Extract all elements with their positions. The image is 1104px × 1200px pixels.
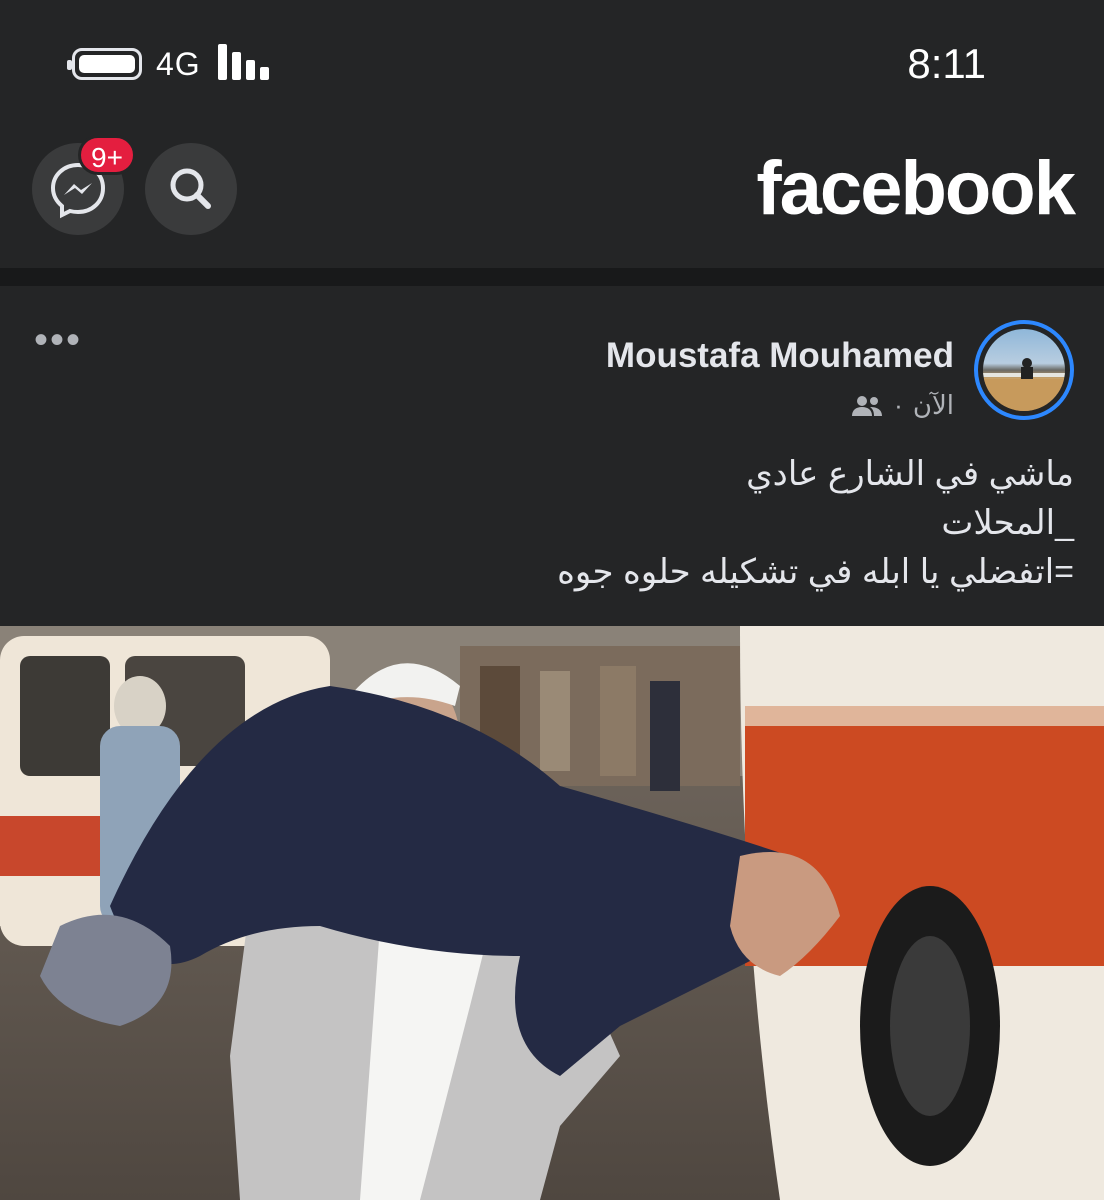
search-icon <box>170 168 211 209</box>
more-options-icon[interactable]: ••• <box>34 320 82 360</box>
post-text-line: ماشي في الشارع عادي <box>746 455 1074 493</box>
post-text-line: =اتفضلي يا ابله في تشكيله حلوه جوه <box>557 553 1074 591</box>
friends-icon <box>852 395 883 416</box>
feed-separator <box>0 268 1104 286</box>
network-type: 4G <box>156 46 201 82</box>
app-header: 9+ facebook <box>0 130 1104 256</box>
battery-icon <box>67 48 142 80</box>
avatar[interactable] <box>974 320 1074 420</box>
facebook-logo[interactable]: facebook <box>756 145 1076 232</box>
post-meta: · الآن <box>850 390 954 421</box>
search-button[interactable] <box>145 143 237 235</box>
post-text: ماشي في الشارع عادي _المحلات =اتفضلي يا … <box>34 450 1074 597</box>
status-bar: 4G 8:11 <box>0 0 1104 130</box>
status-time: 8:11 <box>907 40 986 87</box>
post-photo[interactable] <box>0 626 1104 1200</box>
post-author-name[interactable]: Moustafa Mouhamed <box>606 336 954 376</box>
post-timestamp[interactable]: الآن <box>913 390 954 421</box>
separator-dot: · <box>894 390 903 420</box>
messenger-button[interactable]: 9+ <box>32 135 136 235</box>
notification-badge: 9+ <box>78 135 136 175</box>
signal-strength-icon <box>218 44 274 80</box>
feed-post: ••• Moustafa Mouhamed · الآن ماشي في الش… <box>0 286 1104 1200</box>
post-text-line: _المحلات <box>941 504 1074 542</box>
